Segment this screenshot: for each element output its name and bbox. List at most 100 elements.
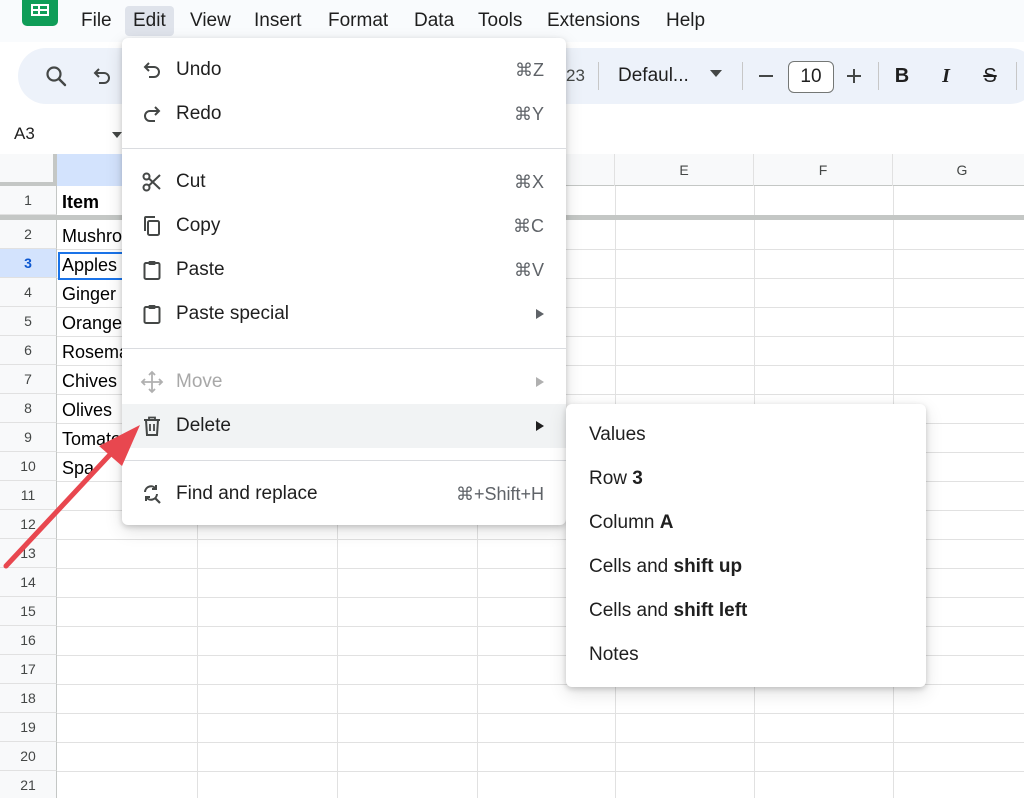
- menu-item-copy[interactable]: Copy ⌘C: [122, 204, 566, 248]
- row-header-16[interactable]: 16: [0, 626, 57, 655]
- cell-a8[interactable]: Olives: [62, 400, 112, 421]
- row-header-20[interactable]: 20: [0, 742, 57, 771]
- menubar: File Edit View Insert Format Data Tools …: [0, 0, 1024, 42]
- row-header-8[interactable]: 8: [0, 394, 57, 423]
- undo-toolbar-icon[interactable]: [88, 62, 116, 90]
- menu-item-label: Delete: [176, 415, 231, 436]
- menu-item-redo[interactable]: Redo ⌘Y: [122, 92, 566, 136]
- cell-a7[interactable]: Chives: [62, 371, 117, 392]
- submenu-item-label: Cells and: [589, 556, 674, 577]
- cell-a4[interactable]: Ginger: [62, 284, 116, 305]
- row-header-15[interactable]: 15: [0, 597, 57, 626]
- row-header-4[interactable]: 4: [0, 278, 57, 307]
- row-header-12[interactable]: 12: [0, 510, 57, 539]
- menu-item-cut[interactable]: Cut ⌘X: [122, 160, 566, 204]
- chevron-down-icon[interactable]: [710, 70, 722, 77]
- shortcut-label: ⌘C: [513, 215, 544, 236]
- submenu-arrow-icon: [536, 377, 544, 387]
- font-family-select[interactable]: Defaul...: [618, 62, 689, 90]
- name-box[interactable]: A3: [14, 122, 35, 146]
- menu-format[interactable]: Format: [320, 6, 396, 36]
- menu-divider: [122, 460, 566, 461]
- strikethrough-button[interactable]: S: [978, 62, 1002, 90]
- submenu-item-shift-left[interactable]: Cells and shift left: [589, 600, 747, 622]
- submenu-item-value: shift left: [673, 600, 748, 621]
- submenu-item-value: shift up: [673, 556, 743, 577]
- active-cell-outline: [58, 252, 130, 280]
- menu-extensions[interactable]: Extensions: [539, 6, 648, 36]
- cell-a10[interactable]: Spa: [62, 458, 94, 479]
- menu-item-undo[interactable]: Undo ⌘Z: [122, 48, 566, 92]
- column-header-g[interactable]: G: [893, 154, 1024, 186]
- row-header-9[interactable]: 9: [0, 423, 57, 452]
- column-header-e[interactable]: E: [615, 154, 754, 186]
- menu-item-paste-special[interactable]: Paste special: [122, 292, 566, 336]
- row-header-18[interactable]: 18: [0, 684, 57, 713]
- submenu-item-label: Row: [589, 468, 633, 489]
- cell-a6[interactable]: Rosema: [62, 342, 129, 363]
- column-header-f[interactable]: F: [754, 154, 893, 186]
- menu-tools[interactable]: Tools: [470, 6, 530, 36]
- row-header-19[interactable]: 19: [0, 713, 57, 742]
- submenu-item-values[interactable]: Values: [589, 424, 646, 446]
- menu-item-delete[interactable]: Delete: [122, 404, 566, 448]
- row-header-3[interactable]: 3: [0, 249, 57, 278]
- cell-a5[interactable]: Orange: [62, 313, 122, 334]
- row-header-17[interactable]: 17: [0, 655, 57, 684]
- submenu-item-label: Values: [589, 424, 646, 445]
- cell-a9[interactable]: Tomato: [62, 429, 121, 450]
- submenu-item-column[interactable]: Column A: [589, 512, 673, 534]
- shortcut-label: ⌘Z: [515, 59, 544, 80]
- font-size-input[interactable]: 10: [788, 61, 834, 93]
- italic-button[interactable]: I: [934, 62, 958, 90]
- zoom-fragment[interactable]: 23: [566, 62, 585, 90]
- toolbar-divider: [598, 62, 599, 90]
- menu-item-paste[interactable]: Paste ⌘V: [122, 248, 566, 292]
- redo-icon: [140, 102, 164, 126]
- row-header-10[interactable]: 10: [0, 452, 57, 481]
- row-header-21[interactable]: 21: [0, 771, 57, 798]
- row-header-14[interactable]: 14: [0, 568, 57, 597]
- shortcut-label: ⌘Y: [513, 103, 544, 124]
- select-all-corner[interactable]: [0, 154, 57, 186]
- submenu-item-notes[interactable]: Notes: [589, 644, 639, 666]
- undo-icon: [140, 58, 164, 82]
- menu-item-label: Paste special: [176, 303, 290, 324]
- row-header-1[interactable]: 1: [0, 186, 57, 215]
- menu-help[interactable]: Help: [658, 6, 713, 36]
- delete-submenu: Values Row 3 Column A Cells and shift up…: [566, 404, 926, 687]
- bold-button[interactable]: B: [890, 62, 914, 90]
- cell-a1[interactable]: Item: [62, 192, 99, 213]
- menu-insert[interactable]: Insert: [246, 6, 310, 36]
- menu-item-label: Undo: [176, 59, 222, 80]
- submenu-item-row[interactable]: Row 3: [589, 468, 643, 490]
- menu-item-label: Find and replace: [176, 483, 318, 504]
- menu-edit[interactable]: Edit: [125, 6, 174, 36]
- sheets-logo-icon[interactable]: [22, 0, 58, 26]
- row-header-6[interactable]: 6: [0, 336, 57, 365]
- scissors-icon: [140, 170, 164, 194]
- menu-view[interactable]: View: [182, 6, 239, 36]
- copy-icon: [140, 214, 164, 238]
- menu-item-label: Copy: [176, 215, 221, 236]
- menu-data[interactable]: Data: [406, 6, 462, 36]
- submenu-item-value: A: [659, 512, 674, 533]
- row-header-7[interactable]: 7: [0, 365, 57, 394]
- menu-file[interactable]: File: [73, 6, 120, 36]
- menu-item-label: Move: [176, 371, 223, 392]
- toolbar-divider: [742, 62, 743, 90]
- row-header-5[interactable]: 5: [0, 307, 57, 336]
- shortcut-label: ⌘X: [513, 171, 544, 192]
- search-menus-icon[interactable]: [42, 62, 70, 90]
- row-header-2[interactable]: 2: [0, 220, 57, 249]
- decrease-font-size-icon[interactable]: [754, 62, 778, 90]
- clipboard-icon: [140, 258, 164, 282]
- toolbar-divider: [1016, 62, 1017, 90]
- increase-font-size-icon[interactable]: [842, 62, 866, 90]
- row-header-13[interactable]: 13: [0, 539, 57, 568]
- submenu-item-shift-up[interactable]: Cells and shift up: [589, 556, 742, 578]
- cell-a2[interactable]: Mushro: [62, 226, 122, 247]
- menu-item-find-replace[interactable]: Find and replace ⌘+Shift+H: [122, 472, 566, 516]
- chevron-down-icon[interactable]: [112, 132, 122, 138]
- row-header-11[interactable]: 11: [0, 481, 57, 510]
